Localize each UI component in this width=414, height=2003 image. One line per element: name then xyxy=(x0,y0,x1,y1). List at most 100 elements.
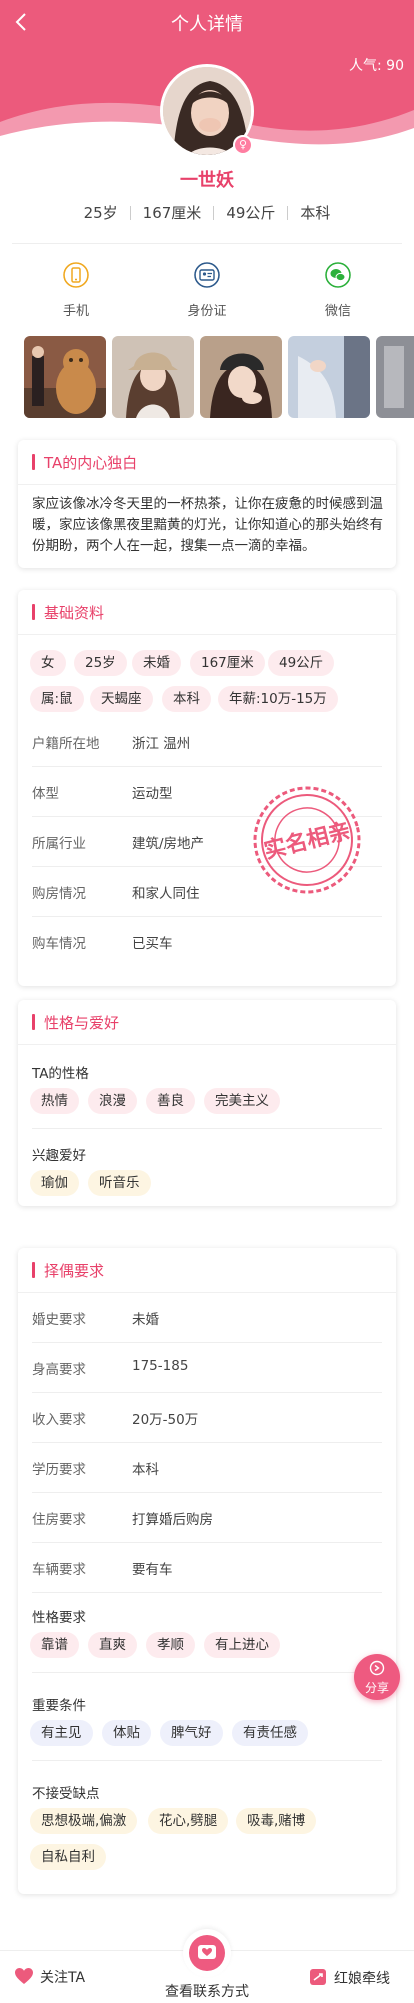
photo-image xyxy=(288,336,370,418)
personality-tag: 善良 xyxy=(146,1088,195,1114)
gender-female-icon: ♀ xyxy=(233,135,253,155)
share-button[interactable]: 分享 xyxy=(354,1654,400,1700)
info-value: 建筑/房地产 xyxy=(132,836,205,852)
share-label: 分享 xyxy=(364,1681,389,1695)
info-key: 体型 xyxy=(32,786,59,802)
requirement-value: 20万-50万 xyxy=(132,1412,199,1428)
stat-age: 25岁 xyxy=(83,204,118,222)
monologue-card: TA的内心独白 家应该像冰冷冬天里的一杯热茶，让你在疲惫的时候感到温暖，家应该像… xyxy=(18,440,396,568)
photo-image xyxy=(376,336,414,418)
nav-bar: 个人详情 xyxy=(0,0,414,44)
requirement-row: 车辆要求 要有车 xyxy=(32,1544,382,1593)
wechat-icon xyxy=(325,262,351,288)
stat-height: 167厘米 xyxy=(142,204,202,222)
verified-stamp: 实名相亲 xyxy=(253,786,361,894)
divider xyxy=(18,484,396,485)
gallery-photo[interactable] xyxy=(376,336,414,418)
photo-image xyxy=(200,336,282,418)
photo-image xyxy=(112,336,194,418)
divider xyxy=(18,1292,396,1293)
contact-wechat[interactable]: 微信 xyxy=(293,262,383,319)
personality-tag: 热情 xyxy=(30,1088,79,1114)
requirement-value: 175-185 xyxy=(132,1358,189,1374)
contact-label: 身份证 xyxy=(187,304,227,319)
verification-contacts: 手机 身份证 微信 xyxy=(0,262,414,322)
info-value: 浙江 温州 xyxy=(132,736,191,752)
info-key: 户籍所在地 xyxy=(32,736,100,752)
stat-weight: 49公斤 xyxy=(226,204,276,222)
info-key: 所属行业 xyxy=(32,836,86,852)
gallery-photo[interactable] xyxy=(112,336,194,418)
basic-tag: 女 xyxy=(30,650,66,676)
info-value: 运动型 xyxy=(132,786,173,802)
divider xyxy=(32,1672,382,1673)
matchmaker-button[interactable]: 红娘牵线 xyxy=(308,1967,390,1988)
info-value: 和家人同住 xyxy=(132,886,200,902)
section-title: TA的内心独白 xyxy=(32,452,137,473)
stat-separator xyxy=(213,205,215,220)
contact-label: 微信 xyxy=(324,304,351,319)
gallery-photo[interactable] xyxy=(200,336,282,418)
basic-tag: 25岁 xyxy=(74,650,127,676)
requirement-value: 本科 xyxy=(132,1462,159,1478)
info-row: 户籍所在地 浙江 温州 xyxy=(32,718,382,767)
requirement-key: 学历要求 xyxy=(32,1462,86,1478)
requirement-tag: 有主见 xyxy=(30,1720,93,1746)
heart-chat-icon xyxy=(198,1945,216,1959)
basic-tag: 天蝎座 xyxy=(90,686,153,712)
bottom-action-bar: 关注TA 查看联系方式 红娘牵线 xyxy=(0,1929,414,2003)
divider xyxy=(12,243,402,244)
profile-name: 一世妖 xyxy=(180,170,234,191)
stat-separator xyxy=(287,205,289,220)
requirement-value: 要有车 xyxy=(132,1562,173,1578)
requirement-tag: 吸毒,赌博 xyxy=(236,1808,317,1834)
divider xyxy=(18,1044,396,1045)
requirement-value: 打算婚后购房 xyxy=(132,1512,213,1528)
personality-tag: 完美主义 xyxy=(204,1088,280,1114)
basic-tag: 本科 xyxy=(162,686,211,712)
partner-requirements-card: 择偶要求 婚史要求 未婚 身高要求 175-185 收入要求 20万-50万 学… xyxy=(18,1248,396,1894)
requirement-key: 车辆要求 xyxy=(32,1562,86,1578)
info-row: 购车情况 已买车 xyxy=(32,918,382,967)
requirement-key: 身高要求 xyxy=(32,1362,86,1378)
popularity-count: 人气: 90 xyxy=(349,58,404,74)
basic-tag: 属:鼠 xyxy=(30,686,84,712)
sub-label: TA的性格 xyxy=(32,1066,89,1082)
contact-id-card[interactable]: 身份证 xyxy=(162,262,252,319)
requirement-row: 婚史要求 未婚 xyxy=(32,1294,382,1343)
gallery-photo[interactable] xyxy=(24,336,106,418)
basic-tag: 未婚 xyxy=(132,650,181,676)
sub-label: 兴趣爱好 xyxy=(32,1148,86,1164)
requirement-row: 身高要求 175-185 xyxy=(32,1344,382,1393)
contact-label: 手机 xyxy=(62,304,89,319)
sub-label: 性格要求 xyxy=(32,1610,86,1626)
section-title: 基础资料 xyxy=(32,602,104,623)
requirement-row: 收入要求 20万-50万 xyxy=(32,1394,382,1443)
phone-icon xyxy=(63,262,89,288)
divider xyxy=(32,1128,382,1129)
basic-tag: 49公斤 xyxy=(268,650,335,676)
view-contact-icon-bg xyxy=(189,1935,225,1971)
sub-label: 不接受缺点 xyxy=(32,1786,100,1802)
stat-separator xyxy=(129,205,131,220)
requirement-tag: 花心,劈腿 xyxy=(148,1808,229,1834)
matchmaker-label: 红娘牵线 xyxy=(334,1971,390,1987)
requirement-tag: 靠谱 xyxy=(30,1632,79,1658)
info-key: 购房情况 xyxy=(32,886,86,902)
personality-hobby-card: 性格与爱好 TA的性格 热情 浪漫 善良 完美主义 兴趣爱好 瑜伽 听音乐 xyxy=(18,1000,396,1206)
gallery-photo[interactable] xyxy=(288,336,370,418)
contact-phone[interactable]: 手机 xyxy=(31,262,121,319)
stat-education: 本科 xyxy=(300,204,331,222)
photo-gallery[interactable] xyxy=(24,336,414,418)
basic-tag: 年薪:10万-15万 xyxy=(218,686,338,712)
view-contact-button[interactable] xyxy=(183,1929,231,1977)
divider xyxy=(32,1760,382,1761)
requirement-key: 婚史要求 xyxy=(32,1312,86,1328)
personality-tag: 浪漫 xyxy=(88,1088,137,1114)
share-icon xyxy=(369,1660,385,1676)
requirement-tag: 脾气好 xyxy=(160,1720,223,1746)
sub-label: 重要条件 xyxy=(32,1698,86,1714)
requirement-row: 学历要求 本科 xyxy=(32,1444,382,1493)
requirement-tag: 思想极端,偏激 xyxy=(30,1808,138,1834)
divider xyxy=(18,634,396,635)
